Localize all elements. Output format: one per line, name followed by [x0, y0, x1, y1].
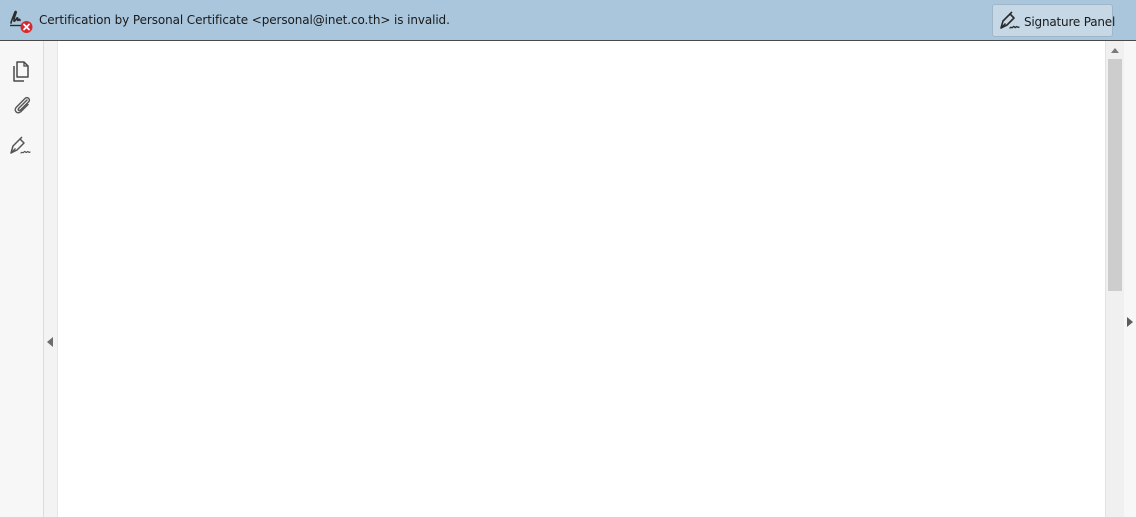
signature-invalid-icon — [8, 8, 34, 34]
vertical-scrollbar[interactable] — [1105, 41, 1124, 517]
signature-panel-label: Signature Panel — [1024, 15, 1116, 29]
pdf-viewer-window: Certification by Personal Certificate <p… — [0, 0, 1136, 517]
paperclip-icon — [8, 96, 36, 124]
signature-status-message: Certification by Personal Certificate <p… — [39, 13, 450, 27]
scroll-up-arrow-icon[interactable] — [1111, 48, 1119, 53]
left-navigation-rail — [0, 41, 44, 517]
signature-pen-icon — [8, 136, 36, 163]
document-view[interactable] — [58, 41, 1105, 517]
left-pane-collapse-toggle[interactable] — [44, 41, 58, 517]
signature-status-banner: Certification by Personal Certificate <p… — [0, 0, 1136, 41]
expand-right-arrow-icon — [1127, 317, 1133, 327]
collapse-left-arrow-icon — [47, 337, 53, 347]
signature-pen-icon — [998, 11, 1022, 31]
page-thumbnails-icon — [8, 61, 36, 89]
signature-panel-button[interactable]: Signature Panel — [992, 4, 1116, 37]
signatures-button[interactable] — [8, 131, 36, 159]
attachments-button[interactable] — [8, 92, 36, 120]
page-thumbnails-button[interactable] — [8, 57, 36, 85]
scrollbar-thumb[interactable] — [1108, 59, 1122, 291]
right-pane-toggle[interactable] — [1124, 41, 1136, 517]
